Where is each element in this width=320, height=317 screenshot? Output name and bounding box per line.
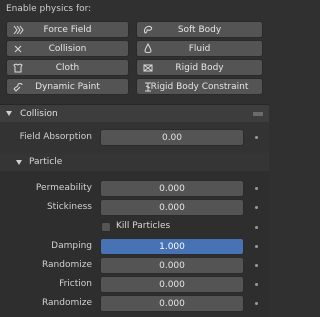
- friction-randomize-label: Randomize: [41, 298, 92, 308]
- collision-panel-header[interactable]: Collision: [0, 104, 269, 122]
- keyframe-dot-icon[interactable]: [255, 136, 258, 139]
- field-absorption-value: 0.00: [161, 132, 183, 143]
- damping-randomize-value: 0.000: [159, 260, 185, 271]
- force-field-button[interactable]: Force Field: [6, 21, 129, 38]
- fluid-label: Fluid: [188, 43, 211, 54]
- stickiness-field[interactable]: 0.000: [100, 199, 244, 216]
- collision-label: Collision: [48, 43, 87, 54]
- cloth-button[interactable]: Cloth: [6, 59, 129, 76]
- damping-field[interactable]: 1.000: [100, 238, 244, 255]
- rigid-body-constraint-icon: [141, 80, 154, 93]
- field-absorption-field[interactable]: 0.00: [100, 129, 244, 146]
- damping-label: Damping: [51, 241, 92, 251]
- soft-body-icon: [141, 23, 154, 36]
- fluid-button[interactable]: Fluid: [136, 40, 263, 57]
- dynamic-paint-button[interactable]: Dynamic Paint: [6, 78, 129, 95]
- friction-label: Friction: [59, 279, 92, 289]
- rigid-body-label: Rigid Body: [175, 62, 224, 73]
- kill-particles-label: Kill Particles: [116, 221, 171, 231]
- keyframe-dot-icon[interactable]: [255, 264, 258, 267]
- kill-particles-checkbox[interactable]: [101, 222, 111, 232]
- particle-subpanel-header[interactable]: Particle: [0, 153, 269, 171]
- damping-value: 1.000: [159, 241, 185, 252]
- stickiness-label: Stickiness: [46, 202, 92, 212]
- collision-panel-title: Collision: [20, 108, 58, 119]
- keyframe-dot-icon[interactable]: [255, 302, 258, 305]
- keyframe-dot-icon[interactable]: [255, 245, 258, 248]
- permeability-field[interactable]: 0.000: [100, 180, 244, 197]
- permeability-value: 0.000: [159, 183, 185, 194]
- particle-subpanel-title: Particle: [29, 157, 63, 167]
- friction-randomize-field[interactable]: 0.000: [100, 295, 244, 312]
- keyframe-dot-icon[interactable]: [255, 283, 258, 286]
- keyframe-dot-icon[interactable]: [255, 226, 258, 229]
- dynamic-paint-label: Dynamic Paint: [35, 81, 100, 92]
- rigid-body-constraint-label: Rigid Body Constraint: [150, 81, 249, 92]
- friction-randomize-value: 0.000: [159, 298, 185, 309]
- fluid-icon: [141, 42, 154, 55]
- stickiness-value: 0.000: [159, 202, 185, 213]
- permeability-label: Permeability: [35, 183, 92, 193]
- collapse-triangle-icon: [16, 159, 22, 165]
- rigid-body-icon: [141, 61, 154, 74]
- rigid-body-button[interactable]: Rigid Body: [136, 59, 263, 76]
- cloth-label: Cloth: [55, 62, 80, 73]
- cloth-icon: [11, 61, 24, 74]
- damping-randomize-label: Randomize: [41, 260, 92, 270]
- force-field-label: Force Field: [43, 24, 92, 35]
- collision-button[interactable]: Collision: [6, 40, 129, 57]
- friction-field[interactable]: 0.000: [100, 276, 244, 293]
- soft-body-label: Soft Body: [177, 24, 222, 35]
- keyframe-dot-icon[interactable]: [255, 187, 258, 190]
- collision-icon: [11, 42, 24, 55]
- collapse-triangle-icon: [6, 111, 12, 116]
- force-field-icon: [11, 23, 24, 36]
- dynamic-paint-icon: [11, 80, 24, 93]
- enable-physics-label: Enable physics for:: [6, 4, 92, 14]
- soft-body-button[interactable]: Soft Body: [136, 21, 263, 38]
- friction-value: 0.000: [159, 279, 185, 290]
- drag-handle-icon[interactable]: [253, 112, 263, 116]
- rigid-body-constraint-button[interactable]: Rigid Body Constraint: [136, 78, 263, 95]
- field-absorption-label: Field Absorption: [19, 132, 92, 142]
- keyframe-dot-icon[interactable]: [255, 206, 258, 209]
- damping-randomize-field[interactable]: 0.000: [100, 257, 244, 274]
